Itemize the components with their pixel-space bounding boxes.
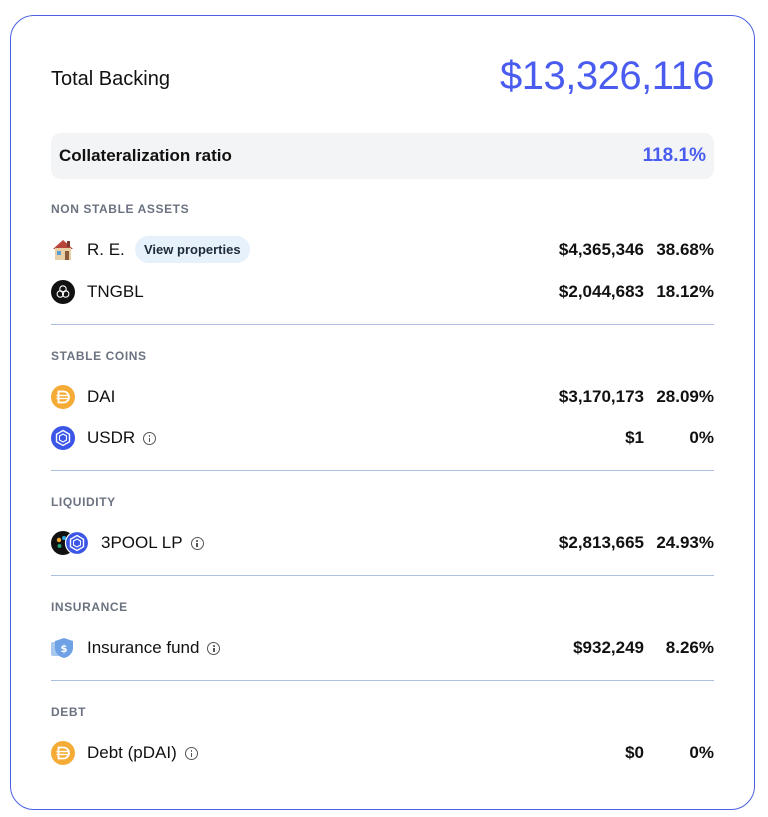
3pool-icon [51,530,90,556]
collateralization-ratio-bar: Collateralization ratio 118.1% [51,133,714,179]
section-divider [51,680,714,681]
pdai-icon [51,741,75,765]
asset-percentage: 0% [689,428,714,447]
asset-percentage: 8.26% [665,638,714,657]
asset-amount: $0 [625,743,644,762]
info-icon[interactable] [184,747,198,761]
dai-icon [51,385,75,409]
asset-amount: $3,170,173 [558,387,644,406]
asset-name-text: Debt (pDAI) [87,743,177,762]
info-icon[interactable] [143,432,157,446]
asset-row-insurance-fund: $ Insurance fund $932,249 8.26% [51,633,714,663]
asset-name: Debt (pDAI) [87,743,198,763]
asset-name: DAI [87,387,116,406]
asset-name-text: Insurance fund [87,638,200,657]
asset-row-usdr: USDR $1 0% [51,423,714,453]
asset-row-dai: DAI $3,170,173 28.09% [51,382,714,412]
section-title-debt: DEBT [51,705,87,719]
total-backing-value: $13,326,116 [500,54,714,98]
info-icon[interactable] [190,537,204,551]
view-properties-button[interactable]: View properties [135,236,250,263]
asset-amount: $2,813,665 [558,533,644,552]
asset-percentage: 28.09% [656,387,714,406]
asset-name: 3POOL LP [101,533,204,553]
section-title-insurance: INSURANCE [51,600,128,614]
asset-amount: $2,044,683 [558,282,644,301]
asset-name-text: 3POOL LP [101,533,183,552]
asset-row-debt: Debt (pDAI) $0 0% [51,738,714,768]
house-icon [51,238,75,262]
collateralization-ratio-label: Collateralization ratio [59,146,232,165]
asset-name: USDR [87,428,157,448]
asset-percentage: 24.93% [656,533,714,552]
asset-row-re: R. E. View properties $4,365,346 38.68% [51,235,714,265]
asset-amount: $1 [625,428,644,447]
usdr-icon [51,426,75,450]
total-backing-header: Total Backing $13,326,116 [51,54,714,110]
info-icon[interactable] [207,642,221,656]
shield-dollar-icon: $ [51,636,75,660]
asset-name: R. E. [87,240,125,259]
asset-row-tngbl: TNGBL $2,044,683 18.12% [51,277,714,307]
section-divider [51,470,714,471]
asset-name: TNGBL [87,282,144,301]
asset-percentage: 38.68% [656,240,714,259]
section-divider [51,575,714,576]
tngbl-icon [51,280,75,304]
asset-name-text: USDR [87,428,136,447]
section-title-stable-coins: STABLE COINS [51,349,147,363]
asset-percentage: 0% [689,743,714,762]
collateralization-ratio-value: 118.1% [642,145,706,166]
asset-row-3pool-lp: 3POOL LP $2,813,665 24.93% [51,528,714,558]
section-title-liquidity: LIQUIDITY [51,495,116,509]
section-divider [51,324,714,325]
section-title-non-stable: NON STABLE ASSETS [51,202,190,216]
asset-percentage: 18.12% [656,282,714,301]
total-backing-card: Total Backing $13,326,116 Collateralizat… [10,15,755,810]
svg-text:$: $ [61,644,68,655]
asset-amount: $4,365,346 [558,240,644,259]
asset-name: Insurance fund [87,638,221,658]
asset-amount: $932,249 [573,638,644,657]
total-backing-label: Total Backing [51,68,170,90]
